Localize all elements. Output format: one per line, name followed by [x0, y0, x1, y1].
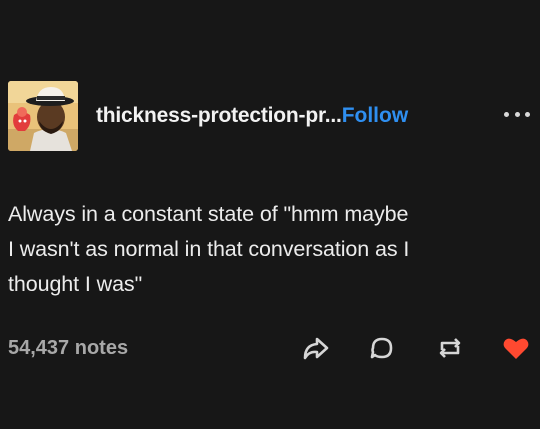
post-body-line: thought I was": [8, 272, 143, 296]
avatar-image: [8, 81, 78, 151]
dot: [514, 111, 520, 117]
heart-icon[interactable]: [499, 331, 533, 365]
dot: [525, 111, 530, 117]
reblog-icon[interactable]: [433, 331, 467, 365]
post-header: thickness-protection-pr... Follow: [8, 80, 536, 152]
ellipsis-icon[interactable]: [504, 107, 530, 121]
avatar[interactable]: [8, 81, 78, 151]
notes-count[interactable]: 54,437 notes: [8, 337, 128, 360]
post-body: Always in a constant state of "hmm maybe…: [8, 197, 523, 302]
post-card: thickness-protection-pr... Follow Always …: [0, 0, 540, 429]
share-icon[interactable]: [299, 331, 333, 365]
reply-icon[interactable]: [365, 331, 399, 365]
post-body-line: I wasn't as normal in that conversation …: [8, 237, 410, 261]
post-actions: [299, 330, 533, 366]
follow-button[interactable]: Follow: [342, 104, 409, 128]
dot: [504, 111, 509, 117]
post-body-line: Always in a constant state of "hmm maybe: [8, 202, 409, 226]
blog-name[interactable]: thickness-protection-pr...: [96, 104, 342, 128]
post-footer: 54,437 notes: [8, 330, 533, 366]
